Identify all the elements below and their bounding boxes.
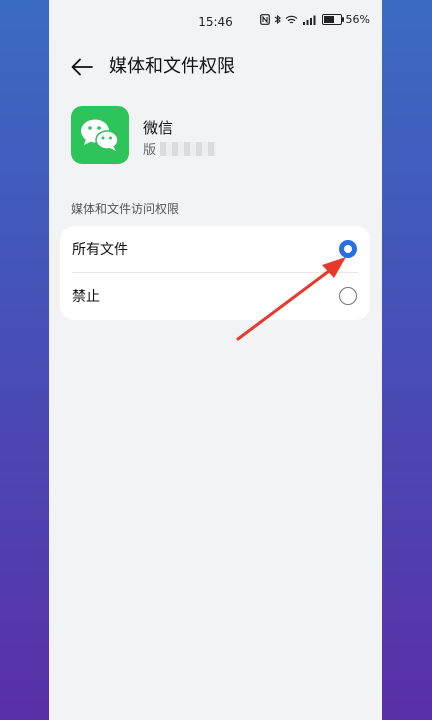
bluetooth-icon [274,14,281,25]
status-bar: 15:46 56% [49,0,382,46]
permission-options-card: 所有文件 禁止 [60,226,370,320]
option-all-files[interactable]: 所有文件 [60,226,370,272]
option-deny[interactable]: 禁止 [60,273,370,319]
phone-screen: 15:46 56% 媒体和文件权限 微信 版 媒体和文件访问权限 所有文件 禁止 [49,0,382,720]
battery-icon [321,14,344,25]
version-redacted [160,141,217,156]
app-version: 版 [143,139,217,158]
app-version-prefix: 版 [143,143,157,158]
battery-percent: 56% [345,13,370,26]
radio-unselected[interactable] [339,287,357,305]
app-name: 微信 [143,119,174,137]
option-label: 禁止 [72,289,100,305]
signal-icon [302,15,316,25]
header: 媒体和文件权限 [49,48,382,88]
page-title: 媒体和文件权限 [109,56,235,77]
radio-selected[interactable] [339,240,357,258]
wechat-icon [71,106,129,164]
back-button[interactable] [69,54,95,80]
back-arrow-icon [71,58,93,76]
nfc-icon [259,14,270,25]
section-label: 媒体和文件访问权限 [71,202,180,216]
wifi-icon [285,15,298,25]
status-icons: 56% [259,13,370,26]
app-info: 微信 版 [71,106,361,166]
option-label: 所有文件 [72,242,128,258]
